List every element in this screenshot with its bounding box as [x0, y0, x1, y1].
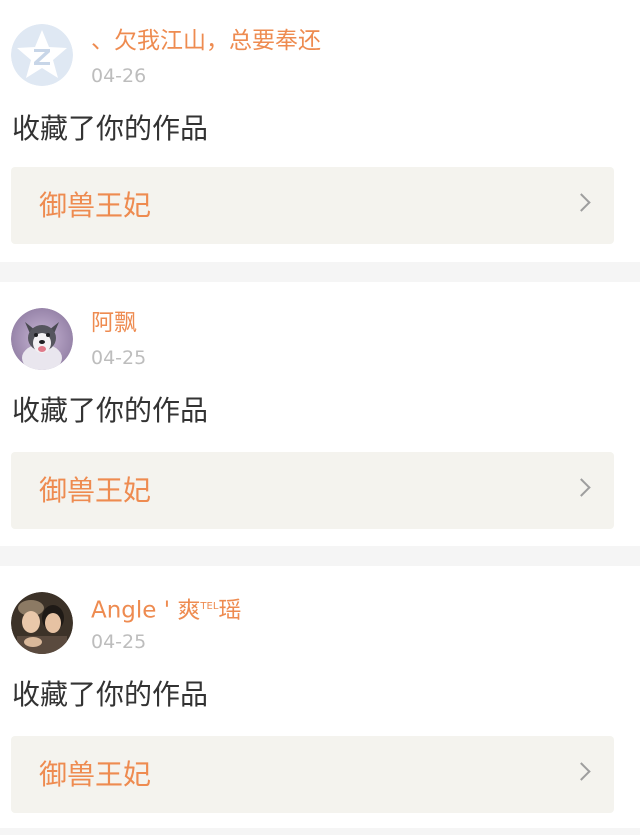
notification-feed: 、欠我江山，总要奉还 04-26 收藏了你的作品 御兽王妃 阿飘 04-25 收…: [0, 0, 640, 835]
timestamp: 04-25: [91, 347, 147, 369]
action-text: 收藏了你的作品: [12, 394, 209, 427]
notification-card: 、欠我江山，总要奉还 04-26 收藏了你的作品 御兽王妃: [0, 0, 640, 262]
chevron-right-icon: [572, 193, 591, 212]
work-title: 御兽王妃: [39, 474, 152, 507]
work-title: 御兽王妃: [39, 189, 152, 222]
notification-card: Angle ' 爽TEL瑶 04-25 收藏了你的作品 御兽王妃: [0, 566, 640, 828]
work-link-card[interactable]: 御兽王妃: [11, 736, 614, 813]
work-link-card[interactable]: 御兽王妃: [11, 452, 614, 529]
action-text: 收藏了你的作品: [12, 678, 209, 711]
username[interactable]: 、欠我江山，总要奉还: [91, 26, 321, 56]
work-link-card[interactable]: 御兽王妃: [11, 167, 614, 244]
timestamp: 04-25: [91, 631, 147, 653]
default-qq-avatar-icon: [11, 24, 73, 86]
username[interactable]: Angle ' 爽TEL瑶: [91, 592, 241, 626]
user-avatar[interactable]: [11, 592, 73, 654]
two-girls-photo-avatar: [11, 592, 73, 654]
username[interactable]: 阿飘: [91, 308, 137, 338]
work-title: 御兽王妃: [39, 758, 152, 791]
action-text: 收藏了你的作品: [12, 112, 209, 145]
timestamp: 04-26: [91, 65, 147, 87]
notification-card: 阿飘 04-25 收藏了你的作品 御兽王妃: [0, 282, 640, 546]
chevron-right-icon: [572, 762, 591, 781]
chevron-right-icon: [572, 478, 591, 497]
user-avatar[interactable]: [11, 24, 73, 86]
husky-dog-avatar: [11, 308, 73, 370]
user-avatar[interactable]: [11, 308, 73, 370]
